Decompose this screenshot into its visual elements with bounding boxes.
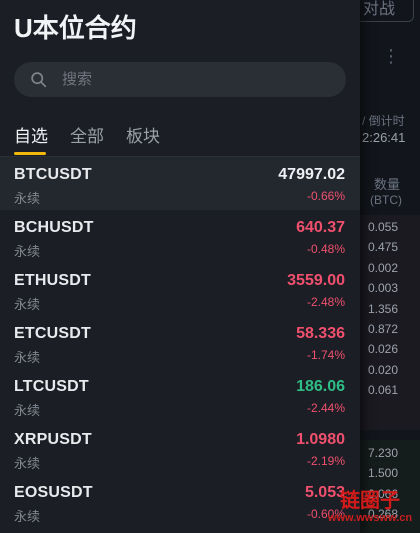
watermark-logo: 链圈子 — [340, 490, 400, 512]
bid-qty: 7.230 — [368, 446, 399, 460]
ask-qty: 0.475 — [368, 240, 399, 255]
market-type: 永续 — [14, 191, 41, 206]
market-symbol: ETHUSDT — [14, 272, 91, 289]
ask-qty: 0.026 — [368, 342, 399, 357]
market-symbol: LTCUSDT — [14, 378, 89, 395]
market-row[interactable]: EOSUSDT 永续 5.053 -0.60% — [0, 475, 360, 528]
market-symbol: ETCUSDT — [14, 325, 91, 342]
market-symbol: EOSUSDT — [14, 484, 93, 501]
market-row[interactable]: BCHUSDT 永续 640.37 -0.48% — [0, 210, 360, 263]
market-price: 3559.00 — [287, 272, 345, 289]
countdown-label: / 倒计时 — [362, 114, 405, 128]
market-type: 永续 — [14, 403, 41, 418]
market-price: 58.336 — [296, 325, 345, 342]
ask-qty: 0.002 — [368, 260, 399, 275]
drawer-title: U本位合约 — [14, 13, 137, 43]
ask-qty: 0.055 — [368, 220, 399, 234]
market-change: -1.74% — [306, 348, 345, 362]
ask-qty: 0.003 — [368, 281, 399, 296]
countdown-value: 2:26:41 — [362, 130, 406, 145]
watermark: 链圈子 www.wwsww.cn — [320, 490, 420, 524]
search-input[interactable] — [62, 62, 332, 97]
market-type: 永续 — [14, 350, 41, 365]
tab-all[interactable]: 全部 — [70, 122, 104, 156]
market-tabs: 自选 全部 板块 — [14, 122, 182, 156]
watermark-url: www.wwsww.cn — [327, 512, 413, 524]
orderbook-qty-unit: (BTC) — [370, 193, 402, 207]
market-price: 1.0980 — [296, 431, 345, 448]
market-symbol: BCHUSDT — [14, 219, 94, 236]
market-change: -0.66% — [306, 189, 345, 203]
market-change: -2.44% — [306, 401, 345, 415]
market-row[interactable]: ETCUSDT 永续 58.336 -1.74% — [0, 316, 360, 369]
market-type: 永续 — [14, 456, 41, 471]
more-icon[interactable]: ⋮ — [382, 46, 400, 67]
market-price: 186.06 — [296, 378, 345, 395]
market-symbol: BTCUSDT — [14, 166, 92, 183]
ask-qty: 1.356 — [368, 301, 399, 316]
contract-drawer: U本位合约 自选 全部 板块 BTCUSDT 永续 47997.02 -0.66… — [0, 0, 360, 533]
ask-qty: 0.020 — [368, 362, 399, 377]
market-type: 永续 — [14, 244, 41, 259]
bid-qty: 1.500 — [368, 466, 399, 481]
battle-button[interactable]: 对战 — [352, 0, 414, 22]
tab-favorites[interactable]: 自选 — [14, 122, 48, 156]
market-symbol: XRPUSDT — [14, 431, 92, 448]
orderbook-qty-header: 数量 — [374, 177, 401, 192]
ask-qty: 0.872 — [368, 322, 399, 336]
market-row[interactable]: LTCUSDT 永续 186.06 -2.44% — [0, 369, 360, 422]
market-row[interactable]: ETHUSDT 永续 3559.00 -2.48% — [0, 263, 360, 316]
search-bar[interactable] — [14, 62, 346, 97]
market-row[interactable]: XRPUSDT 永续 1.0980 -2.19% — [0, 422, 360, 475]
market-change: -2.48% — [306, 295, 345, 309]
market-type: 永续 — [14, 297, 41, 312]
market-change: -2.19% — [306, 454, 345, 468]
market-price: 640.37 — [296, 219, 345, 236]
market-change: -0.48% — [306, 242, 345, 256]
market-price: 47997.02 — [278, 166, 345, 183]
market-type: 永续 — [14, 509, 41, 524]
market-row[interactable]: BTCUSDT 永续 47997.02 -0.66% — [0, 157, 360, 210]
search-icon — [31, 72, 47, 88]
tab-sectors[interactable]: 板块 — [126, 122, 160, 156]
ask-qty: 0.061 — [368, 383, 399, 398]
market-list: BTCUSDT 永续 47997.02 -0.66% BCHUSDT 永续 64… — [0, 157, 360, 528]
